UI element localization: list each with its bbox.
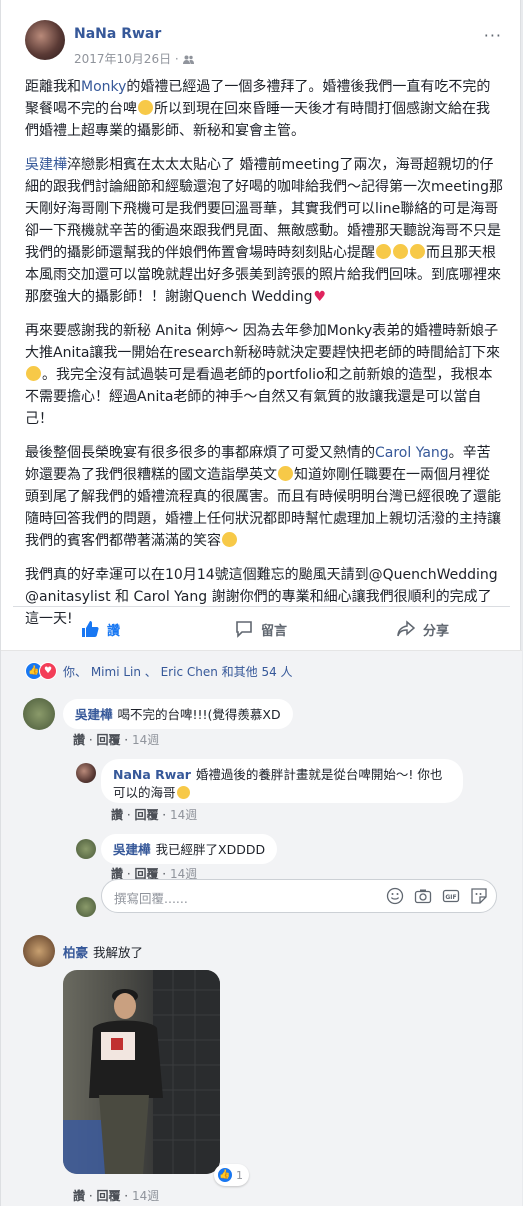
reply-placeholder: 撰寫回覆......: [114, 891, 188, 906]
emoji-picker-icon[interactable]: [386, 887, 404, 905]
camera-icon[interactable]: [414, 887, 432, 905]
commenter-name[interactable]: 吳建樺: [75, 707, 113, 722]
p3-text-b: 。我完全沒有試過裝可是看過老師的portfolio和之前新娘的造型，我根本不需要…: [25, 367, 493, 427]
reply-text: 我已經胖了XDDDD: [155, 842, 266, 857]
comment-reply-link[interactable]: 回覆: [96, 733, 120, 747]
crying-emoji-icon: [410, 244, 425, 259]
reply-reply-link[interactable]: 回覆: [134, 808, 158, 822]
commenter-avatar[interactable]: [23, 698, 55, 730]
crying-emoji-icon: [393, 244, 408, 259]
replier-avatar[interactable]: [76, 839, 96, 859]
reply-like-link[interactable]: 讚: [111, 808, 123, 822]
reply-meta: 讚 · 回覆 · 14週: [111, 808, 198, 822]
comment-meta: 讚 · 回覆 · 14週: [73, 733, 160, 747]
share-label: 分享: [423, 623, 450, 639]
comment-time[interactable]: 14週: [132, 733, 159, 747]
reply-bubble: 吳建樺 我已經胖了XDDDD: [101, 834, 278, 864]
mention-photographer[interactable]: 吳建樺: [25, 157, 67, 173]
author-avatar[interactable]: [25, 20, 65, 60]
commenter-name[interactable]: 柏豪: [63, 945, 88, 960]
heart-eyes-emoji-icon: [26, 366, 41, 381]
replier-name[interactable]: 吳建樺: [113, 842, 151, 857]
comment-text: 我解放了: [93, 945, 144, 960]
replier-avatar[interactable]: [76, 763, 96, 783]
author-name[interactable]: NaNa Rwar: [74, 26, 161, 42]
p3-text-a: 再來要感謝我的新秘 Anita 俐婷～ 因為去年參加Monky表弟的婚禮時新娘子…: [25, 323, 500, 361]
comment-like-link[interactable]: 讚: [73, 733, 85, 747]
post-card: NaNa Rwar 2017年10月26日 · ··· 距離我和Monky的婚禮…: [0, 0, 522, 1206]
current-user-avatar: [76, 897, 96, 917]
p4-text-a: 最後整個長榮晚宴有很多很多的事都麻煩了可愛又熱情的: [25, 445, 375, 461]
grinning-emoji-icon: [138, 100, 153, 115]
post-date[interactable]: 2017年10月26日 ·: [74, 50, 194, 67]
comment-text: 喝不完的台啤!!!(覺得羨慕XD: [117, 707, 281, 722]
svg-text:GIF: GIF: [445, 894, 456, 901]
friends-icon: [182, 55, 194, 64]
reactions-summary[interactable]: 👍 ♥ 你、 Mimi Lin 、 Eric Chen 和其他 54 人: [25, 662, 293, 680]
smiling-emoji-icon: [222, 532, 237, 547]
comment-reply-link[interactable]: 回覆: [96, 1189, 120, 1203]
comments-section: 吳建樺 喝不完的台啤!!!(覺得羨慕XD 讚 · 回覆 · 14週 NaNa Rw…: [1, 688, 522, 1206]
comment-like-link[interactable]: 讚: [73, 1189, 85, 1203]
more-options-button[interactable]: ···: [484, 26, 502, 45]
grinning-sweat-emoji-icon: [278, 466, 293, 481]
comment-meta: 讚 · 回覆 · 14週: [73, 1189, 160, 1203]
commenter-avatar[interactable]: [23, 935, 55, 967]
paragraph-4: 最後整個長榮晚宴有很多很多的事都麻煩了可愛又熱情的Carol Yang。辛苦妳還…: [25, 442, 503, 552]
love-reaction-icon: ♥: [39, 662, 57, 680]
pointing-hand-emoji-icon: [176, 786, 190, 799]
post-body: 距離我和Monky的婚禮已經過了一個多禮拜了。婚禮後我們一直有吃不完的聚餐喝不完…: [25, 76, 503, 642]
photo-person-image: [63, 970, 220, 1174]
post-actions: 讚 留言 分享: [13, 606, 510, 651]
share-icon: [397, 620, 415, 637]
like-button[interactable]: 讚: [81, 607, 120, 651]
share-button[interactable]: 分享: [397, 607, 449, 651]
comment-time[interactable]: 14週: [132, 1189, 159, 1203]
sticker-icon[interactable]: [470, 887, 488, 905]
reaction-count: 1: [236, 1168, 243, 1182]
gif-icon[interactable]: GIF: [442, 887, 460, 905]
like-reaction-icon: 👍: [217, 1167, 233, 1183]
paragraph-3: 再來要感謝我的新秘 Anita 俐婷～ 因為去年參加Monky表弟的婚禮時新娘子…: [25, 320, 503, 430]
reply-bubble: NaNa Rwar 婚禮過後的養胖計畫就是從台啤開始～! 你也可以的海哥: [101, 759, 463, 803]
heart-emoji-icon: ♥: [313, 289, 327, 305]
comment-icon: [236, 621, 252, 638]
reply-tools: GIF: [386, 887, 488, 905]
reactions-bar: 👍 ♥ 你、 Mimi Lin 、 Eric Chen 和其他 54 人: [1, 650, 522, 689]
reactions-text: 你、 Mimi Lin 、 Eric Chen 和其他 54 人: [63, 664, 293, 679]
mention-carol-yang[interactable]: Carol Yang: [375, 445, 449, 461]
replier-name[interactable]: NaNa Rwar: [113, 767, 191, 782]
reply-input[interactable]: 撰寫回覆...... GIF: [101, 879, 497, 913]
thumbs-up-icon: [82, 621, 99, 637]
photo-reaction-badge[interactable]: 👍 1: [214, 1164, 249, 1186]
comment-label: 留言: [261, 623, 288, 639]
mention-monky[interactable]: Monky: [81, 79, 126, 95]
comment-bubble: 吳建樺 喝不完的台啤!!!(覺得羨慕XD: [63, 699, 293, 729]
like-label: 讚: [107, 623, 121, 639]
p1-text-a: 距離我和: [25, 79, 81, 95]
comment-bubble: 柏豪 我解放了: [63, 937, 155, 967]
paragraph-1: 距離我和Monky的婚禮已經過了一個多禮拜了。婚禮後我們一直有吃不完的聚餐喝不完…: [25, 76, 503, 142]
comment-photo[interactable]: [63, 970, 220, 1174]
paragraph-2: 吳建樺淬戀影相賓在太太太貼心了 婚禮前meeting了兩次，海哥超親切的仔細的跟…: [25, 154, 503, 308]
post-date-text: 2017年10月26日 ·: [74, 52, 183, 66]
comment-button[interactable]: 留言: [235, 607, 287, 651]
crying-emoji-icon: [376, 244, 391, 259]
reply-time[interactable]: 14週: [170, 808, 197, 822]
